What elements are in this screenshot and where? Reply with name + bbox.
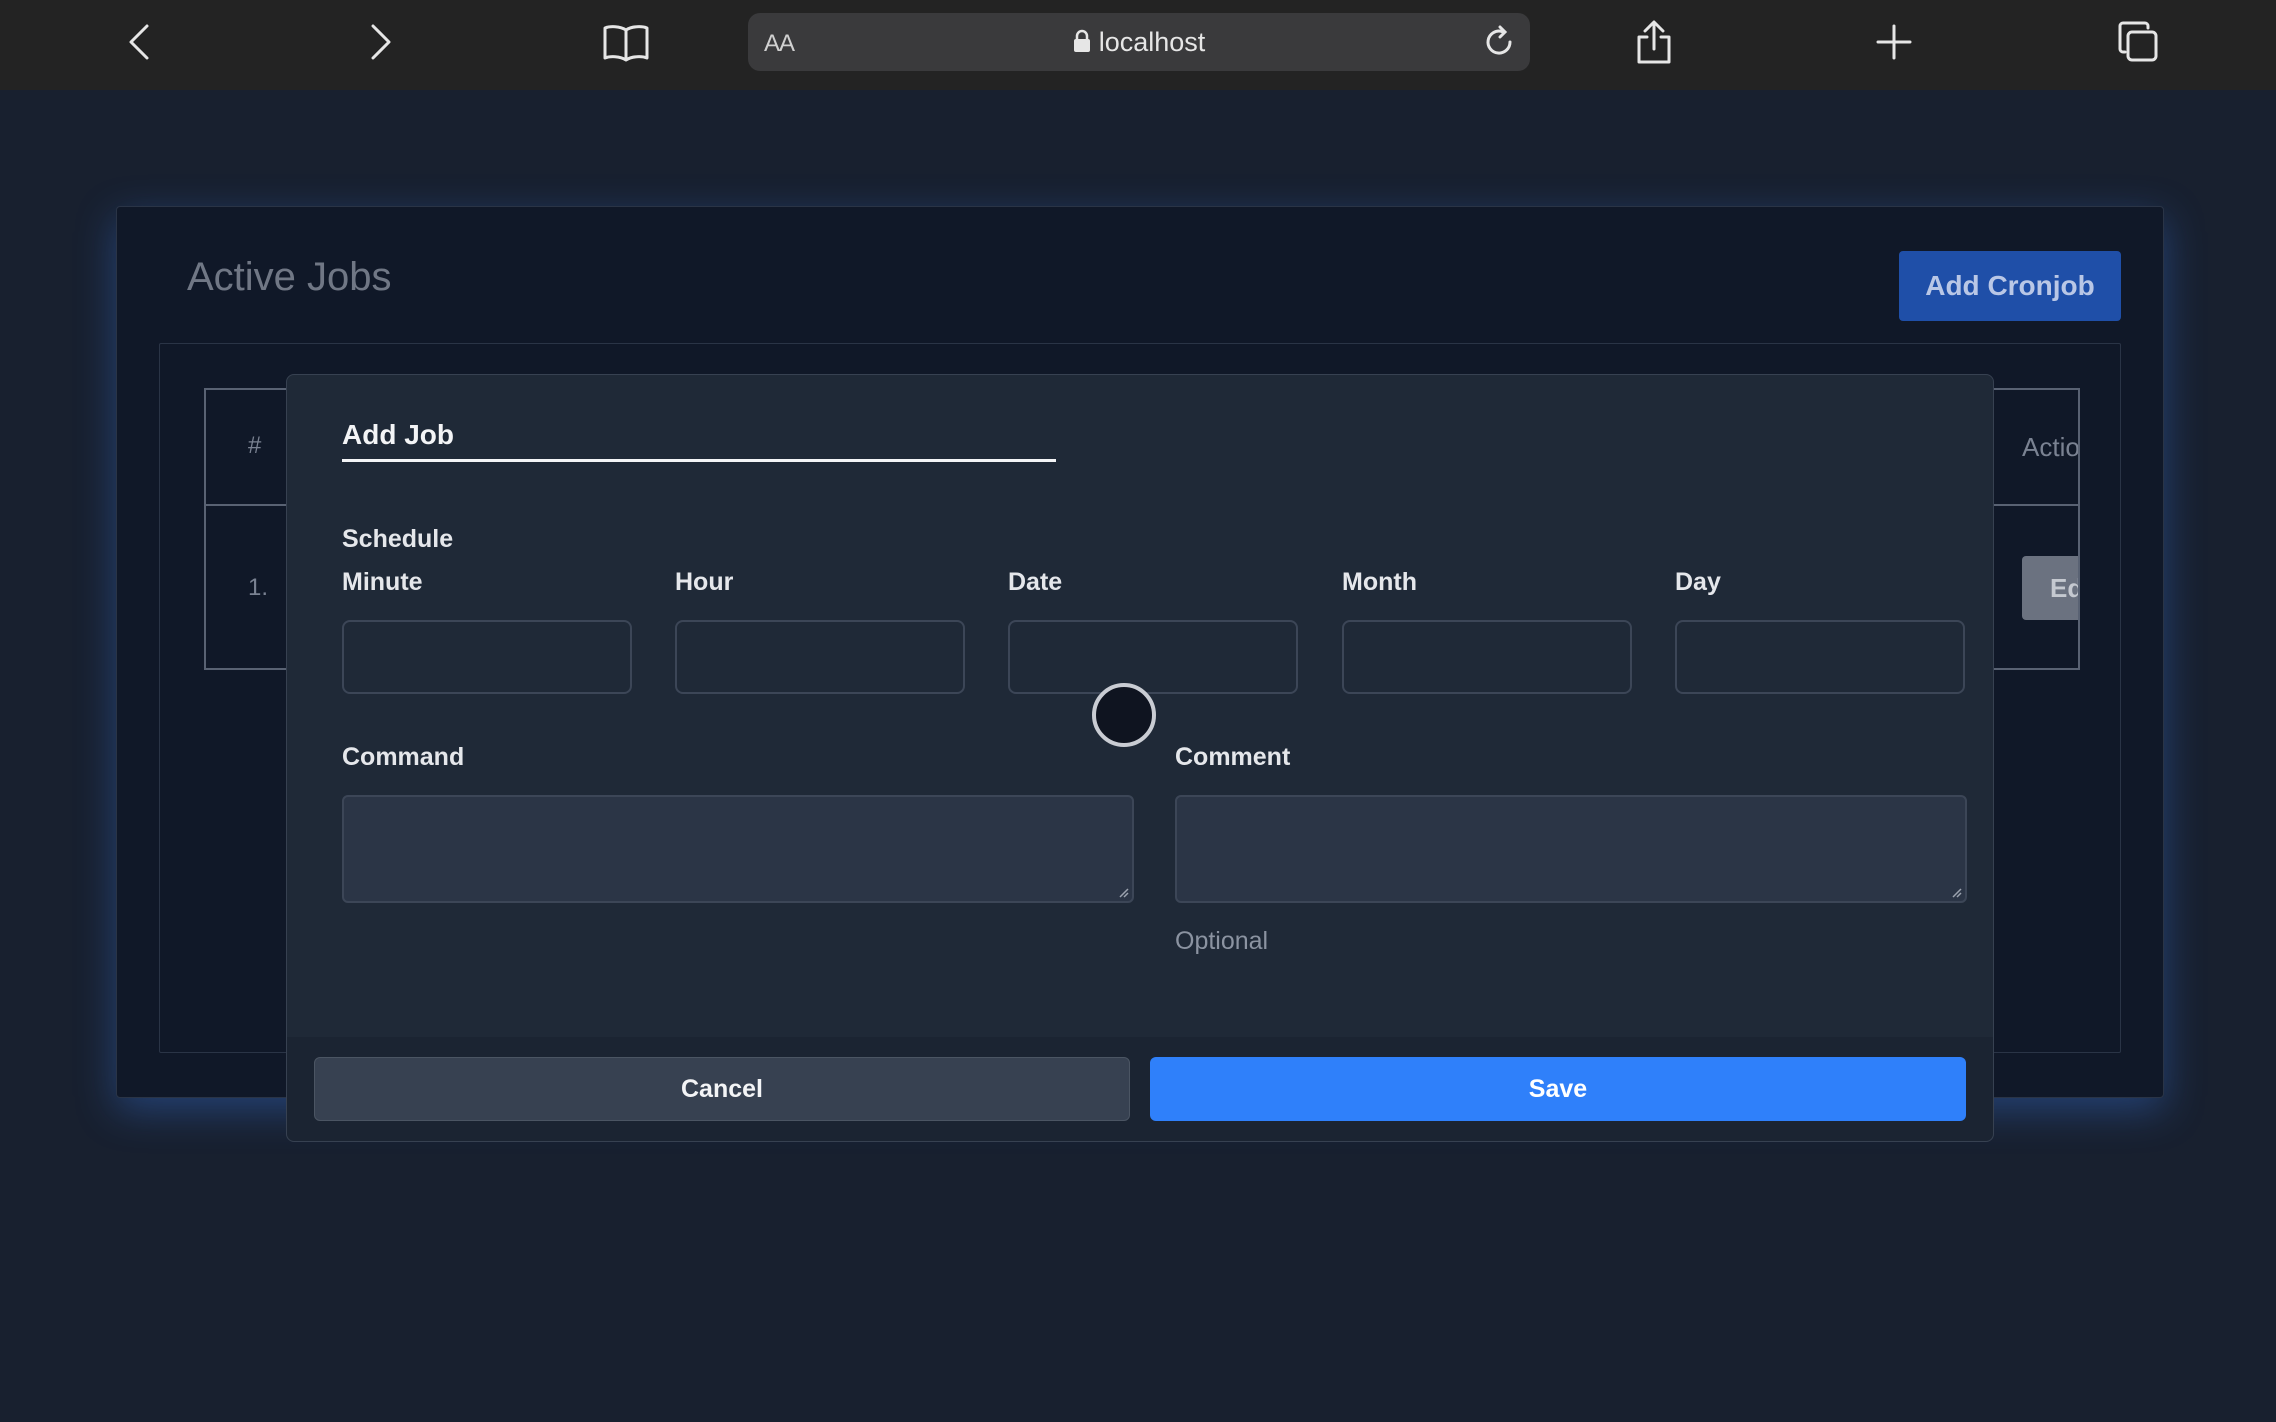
plus-icon <box>1876 24 1912 60</box>
title-underline <box>342 459 1056 462</box>
book-icon <box>603 25 649 62</box>
month-label: Month <box>1342 568 1417 596</box>
hour-label: Hour <box>675 568 734 596</box>
add-cronjob-button[interactable]: Add Cronjob <box>1899 251 2121 321</box>
resize-handle-icon[interactable] <box>1117 886 1129 898</box>
cancel-button[interactable]: Cancel <box>314 1057 1130 1121</box>
page-title: Active Jobs <box>187 255 392 299</box>
touch-pointer-indicator <box>1092 683 1156 747</box>
schedule-label: Schedule <box>342 525 454 553</box>
lock-icon <box>1073 29 1090 52</box>
command-textarea[interactable] <box>342 795 1134 903</box>
tabs-button[interactable] <box>2108 14 2168 70</box>
browser-toolbar: AA localhost <box>0 0 2276 90</box>
save-button[interactable]: Save <box>1150 1057 1966 1121</box>
add-job-modal: Add Job Schedule Minute Hour Date Month … <box>286 374 1994 1142</box>
day-label: Day <box>1675 568 1721 596</box>
share-icon <box>1637 20 1671 64</box>
date-input[interactable] <box>1008 620 1298 694</box>
tabs-icon <box>2118 21 2158 62</box>
back-button[interactable] <box>110 14 170 70</box>
chevron-left-icon <box>129 24 149 60</box>
address-bar[interactable]: AA localhost <box>748 13 1530 71</box>
hour-input[interactable] <box>675 620 965 694</box>
row-number: 1. <box>248 574 269 601</box>
comment-hint: Optional <box>1175 927 1269 955</box>
comment-textarea[interactable] <box>1175 795 1967 903</box>
forward-button[interactable] <box>350 14 410 70</box>
reload-icon <box>1486 25 1512 55</box>
chevron-right-icon <box>371 24 391 60</box>
date-label: Date <box>1008 568 1063 596</box>
month-input[interactable] <box>1342 620 1632 694</box>
bookmarks-button[interactable] <box>596 14 656 70</box>
modal-title: Add Job <box>342 419 454 450</box>
minute-label: Minute <box>342 568 423 596</box>
url-text: localhost <box>1098 27 1206 57</box>
new-tab-button[interactable] <box>1864 14 1924 70</box>
day-input[interactable] <box>1675 620 1965 694</box>
column-header-number: # <box>248 432 262 459</box>
comment-label: Comment <box>1175 743 1291 771</box>
edit-button[interactable]: Edit <box>2022 556 2078 620</box>
share-button[interactable] <box>1624 14 1684 70</box>
resize-handle-icon[interactable] <box>1950 886 1962 898</box>
command-label: Command <box>342 743 465 771</box>
column-header-actions: Actions <box>2022 432 2078 462</box>
minute-input[interactable] <box>342 620 632 694</box>
reload-button[interactable] <box>1478 21 1520 63</box>
